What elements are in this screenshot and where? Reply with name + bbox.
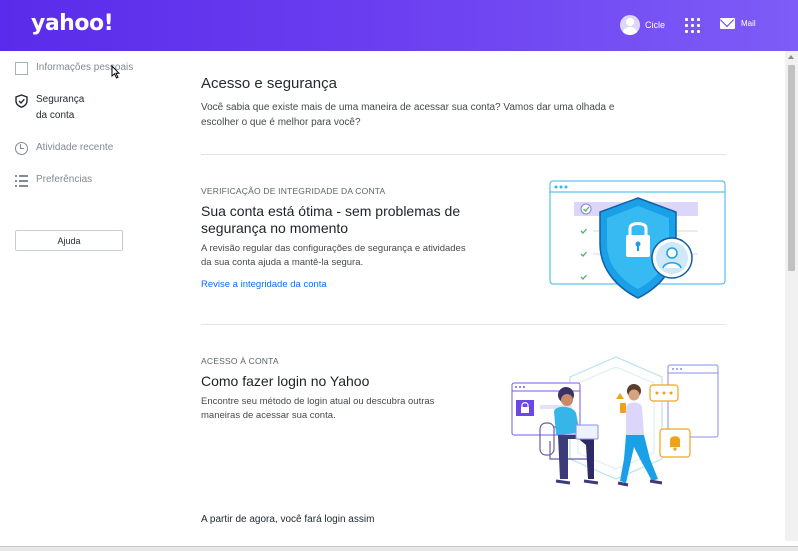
section-description-health: A revisão regular das configurações de s… bbox=[201, 243, 466, 268]
yahoo-logo[interactable]: yahoo! bbox=[31, 11, 114, 36]
user-name: Cicle bbox=[645, 20, 666, 30]
sidebar-item-label: Segurança bbox=[36, 94, 85, 105]
mail-label: Mail bbox=[741, 19, 756, 28]
user-menu[interactable]: Cicle bbox=[620, 15, 665, 35]
section-kicker-access: ACESSO À CONTA bbox=[201, 356, 279, 366]
sidebar-item-label: Preferências bbox=[36, 174, 93, 185]
sidebar-item-preferences[interactable]: Preferências bbox=[15, 172, 92, 188]
sidebar: Informações pessoais Segurança da conta … bbox=[0, 51, 140, 541]
review-account-health-link[interactable]: Revise a integridade da conta bbox=[201, 279, 327, 290]
apps-grid-icon[interactable] bbox=[685, 18, 700, 33]
scrollbar-thumb[interactable] bbox=[788, 65, 795, 271]
square-bullet-icon bbox=[15, 62, 28, 75]
page-title: Acesso e segurança bbox=[201, 75, 337, 92]
help-button[interactable]: Ajuda bbox=[15, 230, 123, 251]
login-method-heading: A partir de agora, você fará login assim bbox=[201, 514, 375, 525]
mail-link[interactable]: Mail bbox=[720, 18, 756, 29]
avatar-icon bbox=[620, 15, 640, 35]
bottom-taskbar bbox=[0, 546, 798, 551]
sidebar-item-label-line2: da conta bbox=[36, 110, 75, 121]
scroll-up-arrow-icon[interactable] bbox=[788, 55, 794, 59]
section-heading-access: Como fazer login no Yahoo bbox=[201, 373, 370, 389]
top-bar: yahoo! Cicle Mail bbox=[0, 0, 798, 51]
clock-icon bbox=[15, 142, 28, 155]
section-kicker-health: VERIFICAÇÃO DE INTEGRIDADE DA CONTA bbox=[201, 186, 386, 196]
sidebar-item-label: Atividade recente bbox=[36, 142, 114, 153]
section-divider bbox=[201, 154, 726, 155]
envelope-icon bbox=[720, 18, 735, 29]
vertical-scrollbar[interactable] bbox=[785, 51, 798, 541]
list-icon bbox=[15, 174, 28, 187]
section-heading-health: Sua conta está ótima - sem problemas de … bbox=[201, 203, 461, 236]
page-intro: Você sabia que existe mais de uma maneir… bbox=[201, 102, 615, 128]
shield-check-icon bbox=[15, 94, 28, 108]
login-people-illustration bbox=[511, 356, 719, 487]
sidebar-item-recent-activity[interactable]: Atividade recente bbox=[15, 140, 113, 156]
sidebar-item-account-security[interactable]: Segurança da conta bbox=[15, 92, 84, 124]
shield-lock-illustration bbox=[549, 180, 726, 299]
mouse-cursor-icon bbox=[111, 65, 120, 79]
section-divider bbox=[201, 324, 726, 325]
section-description-access: Encontre seu método de login atual ou de… bbox=[201, 396, 435, 421]
